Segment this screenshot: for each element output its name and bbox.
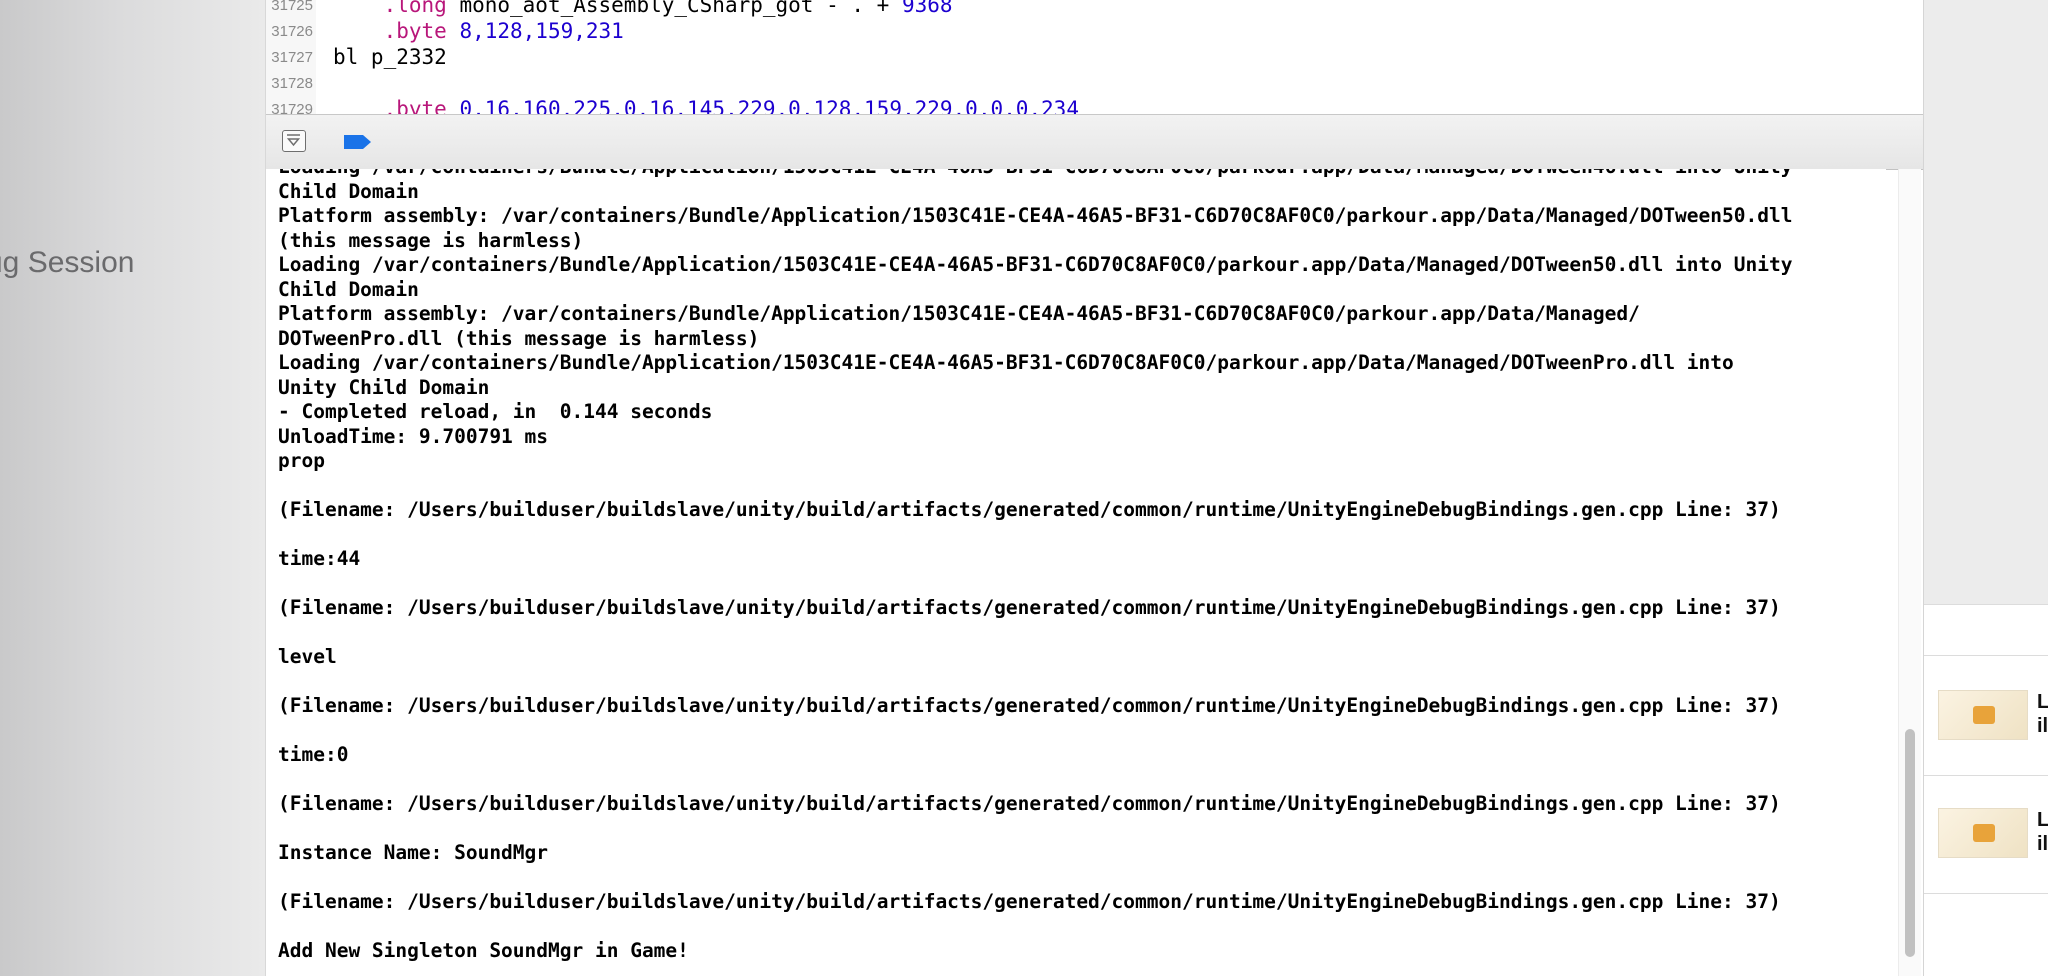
right-pane-top xyxy=(1924,0,2048,604)
line-number: 31727 xyxy=(271,49,313,66)
app-logo-icon xyxy=(1973,706,1995,724)
code-line[interactable]: 31725 .long mono_aot_Assembly_CSharp_got… xyxy=(266,0,1924,19)
right-pane: L il L il xyxy=(1923,0,2048,976)
code-text: bl p_2332 xyxy=(333,45,447,69)
code-line[interactable]: 31727 bl p_2332 xyxy=(266,45,1924,71)
console-line: Loading /var/containers/Bundle/Applicati… xyxy=(278,351,1734,374)
code-body: bl p_2332 xyxy=(333,45,447,69)
list-item-title[interactable]: L il xyxy=(2037,808,2048,856)
console-line: Loading /var/containers/Bundle/Applicati… xyxy=(278,169,1792,180)
main-editor-area: 31725 .long mono_aot_Assembly_CSharp_got… xyxy=(265,0,1924,976)
code-line[interactable]: 31729 .byte 0,16,160,225,0,16,145,229,0,… xyxy=(266,97,1924,114)
console-scrollbar[interactable] xyxy=(1898,169,1921,976)
debug-console[interactable]: Loading /var/containers/Bundle/Applicati… xyxy=(266,169,1886,976)
code-text: .byte 8,128,159,231 xyxy=(333,19,624,43)
code-number: 8,128,159,231 xyxy=(459,19,624,43)
breakpoint-arrow-shape xyxy=(344,135,371,149)
code-line[interactable]: 31726 .byte 8,128,159,231 xyxy=(266,19,1924,45)
console-line: (Filename: /Users/builduser/buildslave/u… xyxy=(278,694,1781,717)
console-line: Platform assembly: /var/containers/Bundl… xyxy=(278,302,1640,325)
line-number: 31726 xyxy=(271,23,313,40)
console-line: (Filename: /Users/builduser/buildslave/u… xyxy=(278,890,1781,913)
code-editor[interactable]: 31725 .long mono_aot_Assembly_CSharp_got… xyxy=(266,0,1924,114)
debug-bar xyxy=(266,114,1924,170)
item-thumbnail[interactable] xyxy=(1938,808,2028,858)
debug-session-label[interactable]: ug Session xyxy=(0,246,134,280)
divider xyxy=(1924,893,2048,894)
console-line: DOTweenPro.dll (this message is harmless… xyxy=(278,326,760,350)
line-number: 31728 xyxy=(271,75,313,92)
app-logo-icon xyxy=(1973,824,1995,842)
console-line: (this message is harmless) xyxy=(278,228,584,252)
code-text: .byte 0,16,160,225,0,16,145,229,0,128,15… xyxy=(333,97,1079,114)
console-line: time:0 xyxy=(278,743,349,766)
line-number: 31725 xyxy=(271,0,313,14)
console-line: (Filename: /Users/builduser/buildslave/u… xyxy=(278,498,1781,521)
console-output: Loading /var/containers/Bundle/Applicati… xyxy=(278,169,1792,964)
console-line: Child Domain xyxy=(278,277,419,301)
code-directive: .byte xyxy=(383,97,447,114)
code-body xyxy=(447,97,460,114)
code-body xyxy=(447,19,460,43)
divider xyxy=(1924,775,2048,776)
console-line: (Filename: /Users/builduser/buildslave/u… xyxy=(278,792,1781,815)
console-line: Unity Child Domain xyxy=(278,375,490,399)
item-thumbnail[interactable] xyxy=(1938,690,2028,740)
code-text: .long mono_aot_Assembly_CSharp_got - . +… xyxy=(333,0,953,17)
console-line: - Completed reload, in 0.144 seconds xyxy=(278,400,713,423)
console-line: level xyxy=(278,645,337,668)
breakpoint-toggle-icon[interactable] xyxy=(342,134,374,150)
code-directive: .byte xyxy=(383,19,447,43)
console-line: Instance Name: SoundMgr xyxy=(278,841,549,864)
divider xyxy=(1924,655,2048,656)
console-line: Platform assembly: /var/containers/Bundl… xyxy=(278,204,1793,227)
divider xyxy=(1924,604,2048,605)
line-number: 31729 xyxy=(271,101,313,114)
console-line: UnloadTime: 9.700791 ms xyxy=(278,424,549,448)
console-line: prop xyxy=(278,449,325,472)
console-line: (Filename: /Users/builduser/buildslave/u… xyxy=(278,596,1781,619)
code-directive: .long xyxy=(383,0,447,17)
list-item-title[interactable]: L il xyxy=(2037,690,2048,738)
console-line: Child Domain xyxy=(278,179,419,203)
code-number: 0,16,160,225,0,16,145,229,0,128,159,229,… xyxy=(459,97,1079,114)
left-sidebar: ug Session xyxy=(0,0,265,976)
scrollbar-thumb[interactable] xyxy=(1905,729,1915,957)
code-number: 9368 xyxy=(901,0,953,17)
code-line[interactable]: 31728 xyxy=(266,71,1924,97)
console-line: Loading /var/containers/Bundle/Applicati… xyxy=(278,253,1793,276)
code-body: mono_aot_Assembly_CSharp_got - . + xyxy=(446,0,902,17)
console-line: time:44 xyxy=(278,547,361,570)
console-line: Add New Singleton SoundMgr in Game! xyxy=(278,939,689,962)
hide-debug-area-icon[interactable] xyxy=(282,130,306,152)
